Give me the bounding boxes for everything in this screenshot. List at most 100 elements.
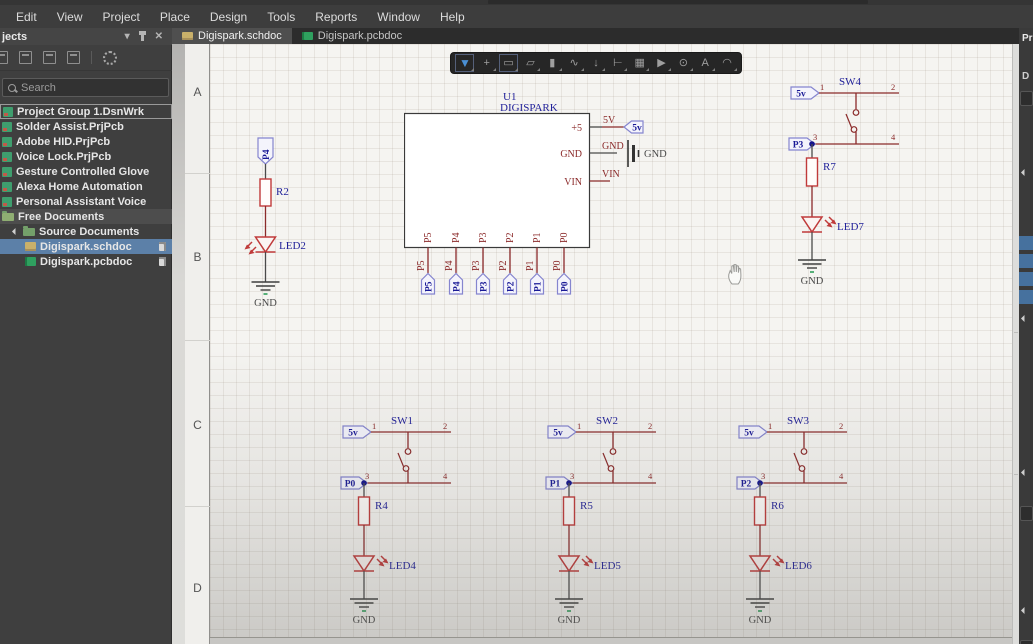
selection-rectangle-icon[interactable]: ▭ bbox=[499, 54, 519, 72]
port-5v[interactable]: 5v bbox=[738, 425, 768, 439]
right-panel-button[interactable] bbox=[1020, 91, 1033, 106]
right-panel-selected-row[interactable] bbox=[1019, 236, 1033, 250]
place-power-port-icon[interactable]: ⊙ bbox=[674, 54, 693, 72]
port-5v[interactable]: 5v bbox=[547, 425, 577, 439]
u1-body[interactable] bbox=[404, 112, 591, 249]
tree-item-digispark-schdoc[interactable]: Digispark.schdoc bbox=[0, 239, 172, 254]
explorer-icon[interactable] bbox=[67, 51, 80, 64]
port-5v[interactable]: 5v bbox=[623, 120, 644, 134]
led-symbol[interactable]: LED5 bbox=[557, 555, 621, 573]
sw1-designator[interactable]: SW1 bbox=[391, 415, 413, 427]
expand-arrow-icon[interactable] bbox=[11, 227, 20, 236]
vertical-scrollbar[interactable] bbox=[1012, 44, 1019, 644]
right-panel-button[interactable] bbox=[1020, 506, 1033, 521]
switch-symbol[interactable] bbox=[793, 432, 808, 483]
panel-pin-icon[interactable] bbox=[138, 30, 146, 41]
menu-tools[interactable]: Tools bbox=[257, 7, 305, 27]
switch-symbol[interactable] bbox=[397, 432, 412, 483]
gnd-symbol[interactable]: GND bbox=[555, 598, 583, 626]
circuit-sw2[interactable]: SW2 5v 1 2 3 4 P1 R5 LED5 GND bbox=[545, 413, 665, 628]
move-icon[interactable]: + bbox=[477, 54, 497, 72]
open-document-icon[interactable] bbox=[19, 51, 32, 64]
pin-gnd[interactable]: GND bbox=[560, 149, 582, 160]
circuit-sw4[interactable]: SW4 5v 1 2 3 4 P3 R7 LED7 GND bbox=[788, 74, 908, 289]
expand-arrow-icon[interactable] bbox=[1020, 168, 1029, 177]
gnd-symbol[interactable]: GND bbox=[350, 598, 378, 626]
menu-project[interactable]: Project bbox=[92, 7, 149, 27]
panel-close-icon[interactable]: ✕ bbox=[150, 31, 168, 42]
right-panel-selected-row[interactable] bbox=[1019, 290, 1033, 304]
switch-symbol[interactable] bbox=[845, 93, 860, 144]
tree-item-project[interactable]: Gesture Controlled Glove bbox=[0, 164, 172, 179]
expand-arrow-icon[interactable] bbox=[1020, 468, 1029, 477]
save-document-icon[interactable] bbox=[0, 51, 8, 64]
tab-digispark-pcbdoc[interactable]: Digispark.pcbdoc bbox=[292, 28, 412, 44]
port-5v[interactable]: 5v bbox=[790, 86, 820, 100]
tree-item-source-documents[interactable]: Source Documents bbox=[0, 224, 172, 239]
place-arc-icon[interactable]: ◠ bbox=[718, 54, 737, 72]
net-label-vin[interactable]: VIN bbox=[602, 169, 620, 180]
circuit-sw1[interactable]: SW1 5v 1 2 3 4 P0 R4 LED4 GND bbox=[340, 413, 460, 628]
led-symbol[interactable]: LED7 bbox=[800, 216, 864, 234]
place-wire-icon[interactable]: ∿ bbox=[565, 54, 584, 72]
paste-icon[interactable]: ▱ bbox=[521, 54, 540, 72]
component-u1-digispark[interactable]: U1 DIGISPARK +5 5V 5v GND GND GND VIN VI… bbox=[404, 90, 674, 310]
net-label-5v[interactable]: 5V bbox=[603, 115, 616, 126]
menu-window[interactable]: Window bbox=[367, 7, 430, 27]
place-part-icon[interactable]: ▮ bbox=[543, 54, 562, 72]
settings-gear-icon[interactable] bbox=[103, 50, 117, 65]
switch-symbol[interactable] bbox=[602, 432, 617, 483]
resistor-r2[interactable]: R2 bbox=[259, 178, 289, 207]
port-p4[interactable]: P4 bbox=[257, 137, 274, 165]
led2-symbol[interactable]: LED2 bbox=[244, 236, 306, 255]
place-sheet-symbol-icon[interactable]: ▦ bbox=[630, 54, 650, 72]
right-panel-selected-row[interactable] bbox=[1019, 272, 1033, 286]
menu-reports[interactable]: Reports bbox=[305, 7, 367, 27]
port-5v[interactable]: 5v bbox=[342, 425, 372, 439]
gnd-symbol[interactable]: GND bbox=[251, 281, 280, 309]
pin-vin[interactable]: VIN bbox=[564, 177, 582, 188]
ports-p5-p0[interactable]: P5 P4 P3 P2 P1 P0 bbox=[420, 272, 572, 295]
sw2-designator[interactable]: SW2 bbox=[596, 415, 618, 427]
tree-item-workspace[interactable]: Project Group 1.DsnWrk bbox=[0, 104, 172, 119]
projects-search-input[interactable]: Search bbox=[2, 78, 169, 97]
sw3-designator[interactable]: SW3 bbox=[787, 415, 810, 427]
menu-design[interactable]: Design bbox=[200, 7, 257, 27]
place-net-label-icon[interactable]: ⊢ bbox=[608, 54, 628, 72]
tree-item-project[interactable]: Adobe HID.PrjPcb bbox=[0, 134, 172, 149]
properties-panel-clipped[interactable]: Pr D bbox=[1019, 28, 1033, 644]
menu-help[interactable]: Help bbox=[430, 7, 475, 27]
tree-item-project[interactable]: Personal Assistant Voice bbox=[0, 194, 172, 209]
menu-view[interactable]: View bbox=[47, 7, 93, 27]
resistor[interactable]: R4 bbox=[357, 496, 389, 526]
menu-place[interactable]: Place bbox=[150, 7, 200, 27]
resistor[interactable]: R7 bbox=[805, 157, 837, 187]
place-arrow-icon[interactable]: ↓ bbox=[586, 54, 606, 72]
u1-comment[interactable]: DIGISPARK bbox=[500, 102, 558, 114]
tree-item-project[interactable]: Voice Lock.PrjPcb bbox=[0, 149, 172, 164]
tree-item-project[interactable]: Alexa Home Automation bbox=[0, 179, 172, 194]
sw4-designator[interactable]: SW4 bbox=[839, 76, 862, 88]
led-symbol[interactable]: LED4 bbox=[352, 555, 416, 573]
menu-edit[interactable]: Edit bbox=[6, 7, 47, 27]
right-panel-selected-row[interactable] bbox=[1019, 254, 1033, 268]
gnd-symbol[interactable]: GND bbox=[798, 259, 826, 287]
net-label-gnd[interactable]: GND bbox=[602, 141, 624, 152]
tree-item-free-documents[interactable]: Free Documents bbox=[0, 209, 172, 224]
compile-project-icon[interactable] bbox=[43, 51, 56, 64]
tree-item-digispark-pcbdoc[interactable]: Digispark.pcbdoc bbox=[0, 254, 172, 269]
place-directive-icon[interactable]: ▶ bbox=[652, 54, 672, 72]
led-symbol[interactable]: LED6 bbox=[748, 555, 812, 573]
expand-arrow-icon[interactable] bbox=[1020, 606, 1029, 615]
circuit-led2-branch[interactable]: P4 R2 LED2 GND bbox=[235, 130, 315, 320]
tab-digispark-schdoc[interactable]: Digispark.schdoc bbox=[172, 28, 292, 44]
expand-arrow-icon[interactable] bbox=[1020, 314, 1029, 323]
gnd-symbol[interactable]: GND bbox=[746, 598, 774, 626]
schematic-sheet[interactable]: ▼ + ▭ ▱ ▮ ∿ ↓ ⊢ ▦ ▶ ⊙ A ◠ U1 DIGISPARK +… bbox=[210, 44, 1012, 637]
schematic-canvas[interactable]: A B C D ▼ + ▭ ▱ ▮ ∿ ↓ ⊢ ▦ ▶ ⊙ A ◠ U1 DIG… bbox=[172, 44, 1012, 644]
filter-icon[interactable]: ▼ bbox=[455, 54, 475, 72]
right-panel-button[interactable] bbox=[1020, 640, 1033, 644]
power-gnd-symbol[interactable]: GND bbox=[627, 140, 667, 167]
resistor[interactable]: R5 bbox=[562, 496, 594, 526]
resistor[interactable]: R6 bbox=[753, 496, 785, 526]
